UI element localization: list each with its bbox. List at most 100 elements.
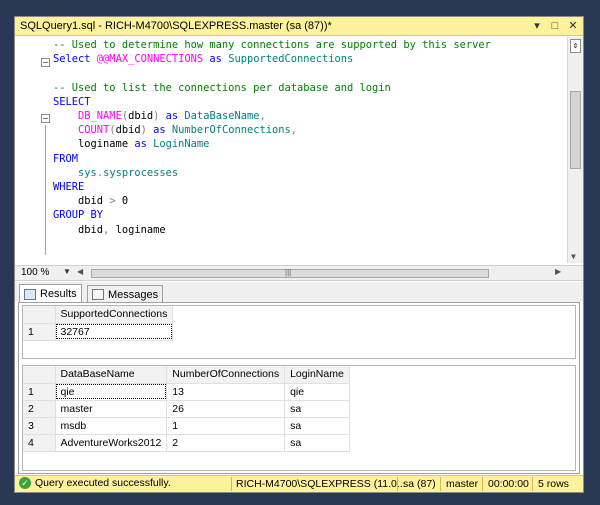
zoom-dropdown-icon[interactable]: ▼: [63, 267, 71, 276]
code-token: LoginName: [153, 138, 210, 151]
code-token: @@MAX_CONNECTIONS: [96, 53, 204, 66]
code-line[interactable]: SELECT: [53, 95, 91, 109]
grid-cell[interactable]: 26: [166, 400, 286, 418]
tab-messages[interactable]: Messages: [87, 285, 164, 302]
code-token: dbid: [53, 195, 110, 208]
collapse-icon[interactable]: −: [41, 58, 50, 67]
divider: [397, 477, 398, 491]
code-line[interactable]: loginame as LoginName: [53, 137, 209, 151]
grid-cell[interactable]: sa: [284, 434, 350, 452]
status-user: sa (87): [403, 478, 436, 490]
grid-cell[interactable]: 13: [166, 383, 286, 401]
status-message: ✓ Query executed successfully.: [19, 477, 171, 489]
editor-vertical-scrollbar[interactable]: ⇕ ▼: [567, 37, 583, 263]
code-line[interactable]: sys.sysprocesses: [53, 166, 178, 180]
collapse-icon[interactable]: −: [41, 114, 50, 123]
grid-cell[interactable]: 1: [166, 417, 286, 435]
document-title[interactable]: SQLQuery1.sql - RICH-M4700\SQLEXPRESS.ma…: [20, 20, 332, 32]
result-grid-2[interactable]: DataBaseName NumberOfConnections LoginName…: [22, 365, 576, 471]
code-token: COUNT: [78, 124, 110, 137]
sql-editor[interactable]: − − -- Used to determine how many connec…: [15, 37, 583, 265]
scroll-right-icon[interactable]: ▶: [555, 267, 561, 276]
grid-cell[interactable]: qie: [284, 383, 350, 401]
column-header[interactable]: DataBaseName: [55, 366, 168, 384]
status-bar: ✓ Query executed successfully. RICH-M470…: [15, 475, 583, 492]
divider: [231, 477, 232, 491]
grid-cell[interactable]: master: [55, 400, 168, 418]
code-line[interactable]: dbid, loginame: [53, 223, 166, 237]
scroll-thumb[interactable]: [570, 91, 581, 169]
code-line[interactable]: Select @@MAX_CONNECTIONS as SupportedCon…: [53, 52, 353, 66]
document-tab-bar[interactable]: SQLQuery1.sql - RICH-M4700\SQLEXPRESS.ma…: [15, 17, 583, 36]
column-header[interactable]: NumberOfConnections: [166, 366, 286, 384]
code-line[interactable]: GROUP BY: [53, 208, 103, 222]
grid-cell[interactable]: 32767: [55, 323, 174, 341]
grid-cell[interactable]: sa: [284, 400, 350, 418]
result-table-2[interactable]: DataBaseName NumberOfConnections LoginName…: [23, 366, 350, 452]
code-token: FROM: [53, 152, 79, 165]
code-token: dbid: [128, 110, 154, 122]
code-token: loginame: [53, 138, 129, 151]
scroll-left-icon[interactable]: ◀: [77, 267, 83, 276]
status-text: Query executed successfully.: [35, 477, 171, 489]
document-icon: [92, 289, 104, 300]
table-row[interactable]: 1 32767: [23, 323, 174, 341]
column-header[interactable]: SupportedConnections: [55, 306, 174, 324]
code-token: SupportedConnections: [228, 53, 354, 66]
code-token: ,: [290, 124, 298, 137]
code-line[interactable]: dbid > 0: [53, 194, 128, 208]
row-number[interactable]: 3: [23, 417, 56, 435]
split-handle-icon[interactable]: ⇕: [570, 39, 581, 53]
code-line[interactable]: FROM: [53, 152, 78, 166]
row-number[interactable]: 1: [23, 323, 56, 341]
code-token: as: [203, 53, 229, 66]
code-line[interactable]: COUNT(dbid) as NumberOfConnections,: [53, 123, 297, 137]
table-row[interactable]: 2 master 26 sa: [23, 400, 350, 418]
results-pane[interactable]: SupportedConnections 1 32767 DataBaseName N…: [18, 302, 580, 474]
grip-icon: |||: [285, 268, 292, 277]
code-line[interactable]: -- Used to list the connections per data…: [53, 81, 391, 95]
status-rows: 5 rows: [538, 478, 569, 490]
zoom-and-scroll-bar: 100 % ▼ ◀ ||| ▶: [15, 265, 583, 281]
divider: [532, 477, 533, 491]
code-token: -- Used to determine how many connection…: [53, 39, 491, 51]
row-number[interactable]: 4: [23, 434, 56, 452]
tab-results-label: Results: [40, 288, 77, 300]
dropdown-icon[interactable]: ▾: [531, 19, 543, 33]
code-line[interactable]: DB_NAME(dbid) as DataBaseName,: [53, 109, 266, 123]
maximize-icon[interactable]: □: [549, 19, 561, 33]
divider: [482, 477, 483, 491]
tab-results[interactable]: Results: [19, 284, 82, 302]
scroll-down-icon[interactable]: ▼: [571, 252, 576, 261]
result-grid-1[interactable]: SupportedConnections 1 32767: [22, 305, 576, 359]
close-icon[interactable]: ✕: [567, 19, 579, 33]
grid-cell[interactable]: 2: [166, 434, 286, 452]
status-elapsed: 00:00:00: [488, 478, 529, 490]
horizontal-scroll-thumb[interactable]: |||: [91, 268, 489, 278]
result-table-1[interactable]: SupportedConnections 1 32767: [23, 306, 174, 341]
code-line[interactable]: WHERE: [53, 180, 84, 194]
table-row[interactable]: 3 msdb 1 sa: [23, 417, 350, 435]
code-token: as: [159, 110, 185, 122]
row-number[interactable]: 2: [23, 400, 56, 418]
code-line[interactable]: -- Used to determine how many connection…: [53, 38, 491, 52]
zoom-level[interactable]: 100 %: [21, 267, 49, 278]
code-token: ,: [259, 110, 266, 122]
grid-cell[interactable]: msdb: [55, 417, 168, 435]
code-token: dbid: [53, 223, 104, 236]
table-row[interactable]: 4 AdventureWorks2012 2 sa: [23, 434, 350, 452]
fold-guide: [45, 125, 46, 255]
grid-cell[interactable]: AdventureWorks2012: [55, 434, 168, 452]
table-row[interactable]: 1 qie 13 qie: [23, 383, 350, 401]
grid-cell[interactable]: qie: [55, 383, 168, 401]
code-token: as: [128, 138, 154, 151]
grid-cell[interactable]: sa: [284, 417, 350, 435]
row-number[interactable]: 1: [23, 383, 56, 401]
grid-corner[interactable]: [23, 306, 56, 324]
grid-corner[interactable]: [23, 366, 56, 384]
query-window: SQLQuery1.sql - RICH-M4700\SQLEXPRESS.ma…: [14, 16, 584, 493]
column-header[interactable]: LoginName: [284, 366, 350, 384]
grid-icon: [24, 288, 36, 300]
